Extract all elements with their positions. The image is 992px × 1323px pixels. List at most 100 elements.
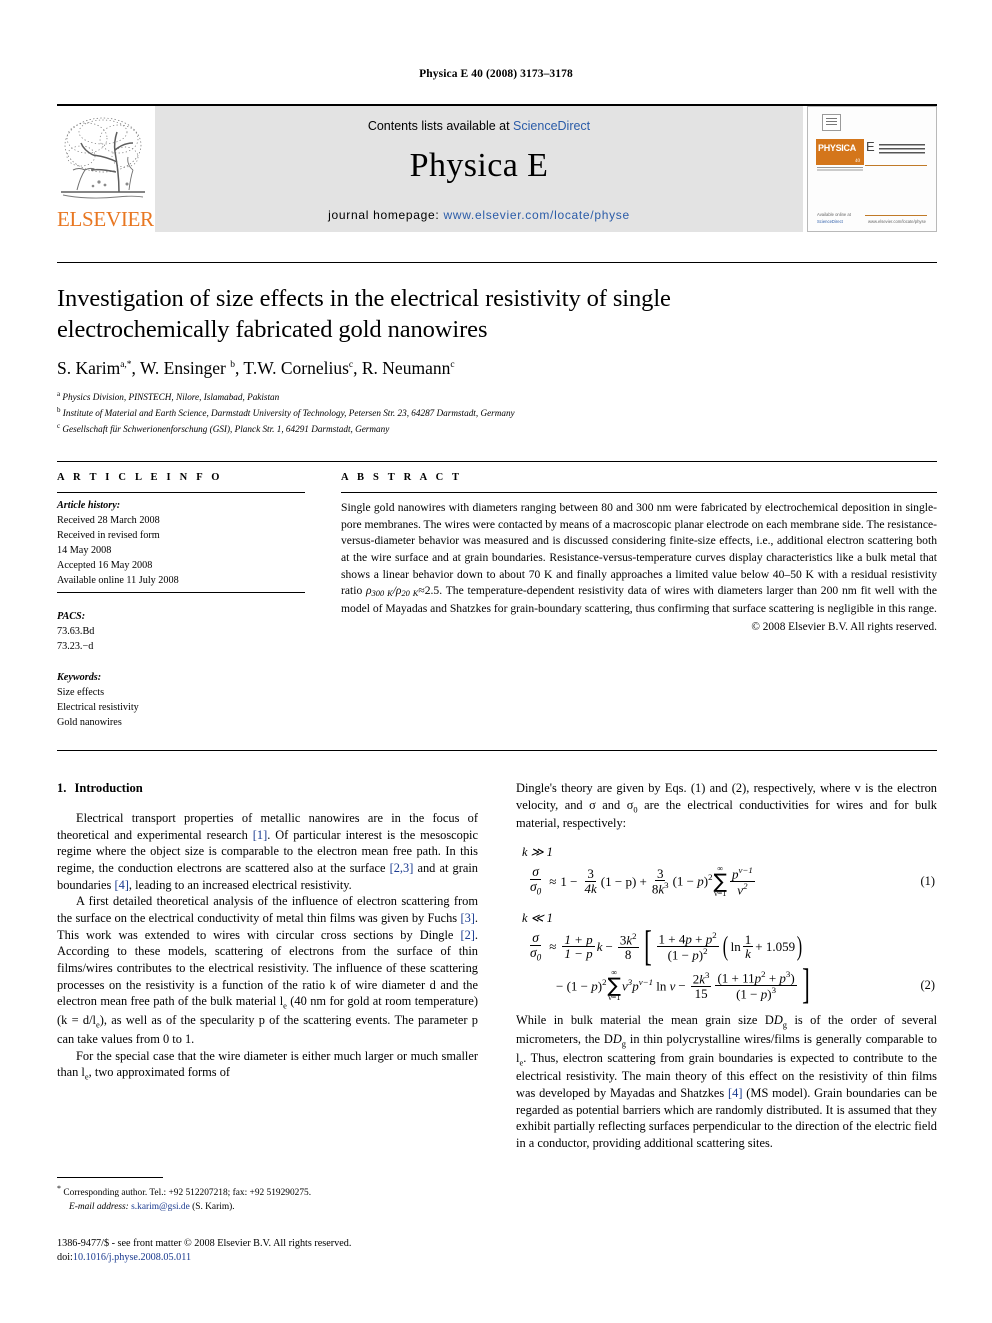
article-info-heading: A R T I C L E I N F O — [57, 472, 223, 483]
keyword-2: Gold nanowires — [57, 717, 122, 729]
eq1-f2-d: 8k3 — [651, 880, 669, 897]
eq2-lhs: σ σ0 — [528, 929, 543, 964]
sciencedirect-link[interactable]: ScienceDirect — [513, 119, 590, 133]
homepage-link[interactable]: www.elsevier.com/locate/physe — [443, 208, 629, 222]
paper-page: Physica E 40 (2008) 3173–3178 ELSEVIER C… — [0, 0, 992, 1323]
author-3-marks: c — [348, 360, 354, 371]
eq1-approx: ≈ — [549, 873, 557, 889]
eq2-l2-mid: ν3pν−1 ln ν — [622, 976, 676, 993]
eq1-summation: ∞ ∑ ν=1 — [713, 864, 727, 898]
equation-1-number: (1) — [920, 873, 935, 888]
running-head: Physica E 40 (2008) 3173–3178 — [419, 68, 573, 80]
cover-brand-banner: PHYSICA 40 — [816, 139, 864, 165]
cover-subtitle-lines — [879, 144, 925, 156]
journal-banner: Contents lists available at ScienceDirec… — [155, 106, 803, 232]
cover-brand-text: PHYSICA — [818, 143, 856, 153]
eq2-lhs-num: σ — [530, 929, 541, 946]
affiliation-b-mark: b — [57, 405, 61, 414]
cover-sd-label: ScienceDirect — [817, 218, 843, 224]
author-1: S. Karima,* — [57, 358, 132, 378]
eq2-sum-bot: ν=1 — [608, 993, 621, 1002]
eq1-lhs: σ σ0 — [528, 864, 543, 898]
equation-1: σ σ0 ≈ 1 − 3 4k (1 − p) + 3 8k3 (1 − p)2… — [516, 864, 937, 898]
author-list: S. Karima,*, W. Ensinger b, T.W. Corneli… — [57, 358, 455, 378]
eq1-f1-tail: (1 − p) + — [600, 873, 647, 889]
footnote-contact: * Corresponding author. Tel.: +92 512207… — [57, 1183, 478, 1200]
eq2-f1-tail: k — [596, 939, 603, 954]
eq2-f2-n: 3k2 — [617, 930, 639, 948]
contents-line: Contents lists available at ScienceDirec… — [155, 106, 803, 133]
cover-logo-box — [822, 114, 841, 131]
author-1-name: S. Karim — [57, 358, 121, 378]
eq2-frac5: (1 + 11p2 + p3) (1 − p)3 — [715, 969, 797, 1002]
history-item-4: Available online 11 July 2008 — [57, 575, 179, 587]
eq2-ln: ln — [730, 939, 741, 954]
abstract-heading: A B S T R A C T — [341, 472, 463, 483]
eq2-f5-d: (1 − p)3 — [736, 985, 777, 1002]
equation-2-body-1: σ σ0 ≈ 1 + p 1 − p k − 3k2 8 [ 1 + 4p + … — [516, 926, 804, 968]
elsevier-wordmark: ELSEVIER — [57, 207, 154, 231]
affiliation-a: a Physics Division, PINSTECH, Nilore, Is… — [57, 389, 917, 405]
keyword-1: Electrical resistivity — [57, 702, 139, 714]
eq2-f3-d: (1 − p)2 — [667, 946, 708, 963]
email-link[interactable]: s.karim@gsi.de — [131, 1202, 190, 1212]
history-item-1: Received in revised form — [57, 530, 160, 542]
citation-2[interactable]: [2] — [460, 928, 474, 942]
cover-footer-right: www.elsevier.com/locate/physe — [868, 218, 926, 224]
citation-4-right[interactable]: [4] — [728, 1086, 742, 1100]
eq2-summation: ∞ ∑ ν=1 — [608, 969, 621, 1002]
pacs-label: PACS: — [57, 610, 86, 622]
doi-link[interactable]: 10.1016/j.physe.2008.05.011 — [73, 1252, 191, 1263]
eq1-f3-d: ν2 — [737, 880, 748, 898]
eq1-lhs-den: σ0 — [530, 879, 542, 897]
citation-4[interactable]: [4] — [114, 878, 128, 892]
eq1-frac3: pν−1 ν2 — [729, 865, 755, 898]
equation-2-line-1: σ σ0 ≈ 1 + p 1 − p k − 3k2 8 [ 1 + 4p + … — [516, 926, 937, 968]
eq1-f1-d: 4k — [584, 880, 597, 896]
contents-prefix: Contents lists available at — [367, 119, 514, 133]
citation-1[interactable]: [1] — [253, 828, 267, 842]
footnote-email-line: E-mail address: s.karim@gsi.de (S. Karim… — [57, 1200, 478, 1214]
eq1-f1-n: 3 — [585, 866, 596, 882]
pacs-block: PACS: 73.63.Bd 73.23.−d — [57, 604, 305, 654]
keywords-block: Keywords: Size effects Electrical resist… — [57, 665, 305, 730]
section-heading-introduction: 1. Introduction — [57, 780, 478, 797]
eq2-lhs-den: σ0 — [530, 944, 542, 963]
affiliation-a-mark: a — [57, 390, 61, 398]
p2-a: A first detailed theoretical analysis of… — [57, 894, 478, 925]
body-column-right: Dingle's theory are given by Eqs. (1) an… — [516, 780, 937, 1152]
eq2-f4-d: 15 — [694, 985, 708, 1001]
author-2-name: W. Ensinger — [139, 358, 226, 378]
citation-2-3[interactable]: [2,3] — [390, 861, 414, 875]
keyword-0: Size effects — [57, 686, 105, 698]
eq1-term1: 1 − — [560, 873, 578, 889]
paragraph-intro-2: A first detailed theoretical analysis of… — [57, 894, 478, 1046]
author-4-marks: c — [450, 360, 455, 371]
equation-2-body-2: − (1 − p)2 ∞ ∑ ν=1 ν3pν−1 ln ν − 2k3 15 … — [516, 962, 813, 1009]
eq1-sigma-glyph: ∑ — [713, 868, 727, 893]
eq1-f2-tail: (1 − p)2 — [672, 872, 713, 889]
p1-d: , leading to an increased electrical res… — [128, 877, 352, 892]
doi-label: doi: — [57, 1252, 73, 1264]
citation-3[interactable]: [3] — [460, 911, 474, 925]
doi-line: doi:10.1016/j.physe.2008.05.011 — [57, 1251, 497, 1265]
affiliation-list: a Physics Division, PINSTECH, Nilore, Is… — [57, 389, 917, 437]
issn-line: 1386-9477/$ - see front matter © 2008 El… — [57, 1238, 352, 1249]
eq2-frac3: 1 + 4p + p2 (1 − p)2 — [656, 930, 719, 963]
footnote-divider — [57, 1177, 163, 1178]
affiliation-b-text: Institute of Material and Earth Science,… — [62, 408, 515, 419]
eq2-f1-n: 1 + p — [562, 931, 595, 948]
pacs-item-0: 73.63.Bd — [57, 625, 95, 637]
eq2-bracket-close: ] — [801, 962, 810, 1009]
abstract-column: A B S T R A C T Single gold nanowires wi… — [341, 472, 937, 636]
author-2-marks: b — [230, 360, 235, 371]
author-2: W. Ensinger b — [140, 358, 235, 378]
eq2-f3-n: 1 + 4p + p2 — [656, 930, 719, 948]
equation-1-body: σ σ0 ≈ 1 − 3 4k (1 − p) + 3 8k3 (1 − p)2… — [516, 864, 757, 898]
section-title: Introduction — [74, 781, 143, 795]
pacs-item-1: 73.23.−d — [57, 640, 94, 652]
rho-approx: ≈2.5. — [418, 584, 443, 598]
paragraph-right-2: While in bulk material the mean grain si… — [516, 1013, 938, 1151]
eq2-sigma-glyph: ∑ — [607, 973, 621, 997]
author-3-name: T.W. Cornelius — [243, 358, 349, 378]
